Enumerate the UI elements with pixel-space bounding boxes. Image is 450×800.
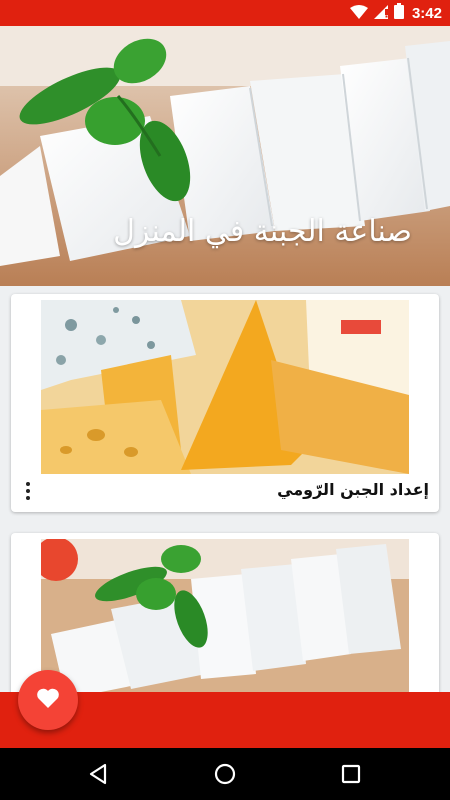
card-image xyxy=(41,539,409,713)
recipe-card[interactable]: إعداد الجبن الرّومي xyxy=(11,294,439,512)
recents-icon[interactable] xyxy=(335,758,367,790)
more-vert-icon[interactable] xyxy=(21,478,35,504)
card-footer: إعداد الجبن الرّومي xyxy=(11,474,439,512)
card-title[interactable]: إعداد الجبن الرّومي xyxy=(277,480,429,499)
hero-title: صناعة الجبنة في المنزل xyxy=(113,214,412,249)
heart-icon xyxy=(36,687,60,713)
status-icons: 3:42 xyxy=(349,0,442,26)
status-bar: 3:42 xyxy=(0,0,450,26)
card-image xyxy=(41,300,409,474)
cell-signal-icon xyxy=(373,4,388,23)
navigation-bar xyxy=(0,748,450,800)
favorites-fab[interactable] xyxy=(18,670,78,730)
hero-banner[interactable]: صناعة الجبنة في المنزل xyxy=(0,26,450,286)
status-time: 3:42 xyxy=(411,4,442,22)
battery-icon xyxy=(393,3,404,23)
back-icon[interactable] xyxy=(82,758,114,790)
home-icon[interactable] xyxy=(209,758,241,790)
wifi-icon xyxy=(349,4,368,23)
